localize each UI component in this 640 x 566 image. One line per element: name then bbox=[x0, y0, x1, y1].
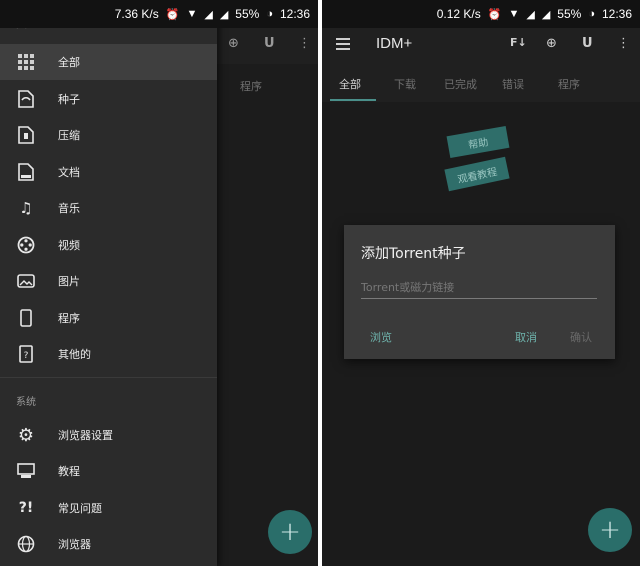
battery-icon: ◑ bbox=[266, 8, 273, 20]
app-toolbar: IDM+ F↓ ⊕ U ⋮ bbox=[322, 28, 640, 62]
drawer-item-all[interactable]: 全部 bbox=[0, 44, 217, 80]
drawer-divider bbox=[0, 377, 217, 378]
more-vert-icon[interactable]: ⋮ bbox=[617, 36, 630, 51]
tab-completed[interactable]: 已完成 bbox=[444, 76, 477, 92]
document-icon bbox=[16, 162, 36, 182]
drawer-item-label: 压缩 bbox=[58, 129, 80, 142]
drawer-item-label: 种子 bbox=[58, 93, 80, 106]
tutorial-icon bbox=[16, 461, 36, 481]
drawer-item-programs[interactable]: 程序 bbox=[0, 300, 217, 336]
download-tabs: 全部 下载 已完成 错误 程序 bbox=[322, 62, 640, 102]
plus-icon: + bbox=[599, 515, 621, 545]
tab-indicator bbox=[330, 99, 376, 101]
drawer-item-label: 音乐 bbox=[58, 202, 80, 215]
gear-icon: ⚙ bbox=[17, 424, 35, 446]
app-title: IDM+ bbox=[376, 35, 413, 52]
signal-icon: ◢ bbox=[204, 8, 213, 21]
magnet-icon: U bbox=[264, 36, 275, 51]
drawer-item-compressed[interactable]: 压缩 bbox=[0, 117, 217, 153]
watch-tutorial-label: 观看教程 bbox=[456, 166, 499, 186]
drawer-item-tutorial[interactable]: 教程 bbox=[0, 453, 217, 489]
drawer-item-label: 程序 bbox=[58, 312, 80, 325]
drawer-item-video[interactable]: 视频 bbox=[0, 227, 217, 263]
clock: 12:36 bbox=[279, 7, 310, 21]
globe-icon: ⊕ bbox=[228, 36, 239, 51]
drawer-item-faq[interactable]: ?! 常见问题 bbox=[0, 490, 217, 526]
image-icon bbox=[16, 271, 36, 291]
left-phone-screen: 7.36 K/s ⏰ ▼ ◢ ◢ 55% ◑ 12:36 ⊕ U ⋮ 程序 类型… bbox=[0, 0, 318, 566]
faq-icon: ?! bbox=[18, 500, 34, 516]
zip-file-icon bbox=[16, 125, 36, 145]
drawer-item-label: 浏览器设置 bbox=[58, 429, 113, 442]
signal-icon-2: ◢ bbox=[541, 8, 551, 21]
help-button[interactable]: 帮助 bbox=[446, 125, 510, 159]
status-bar: 0.12 K/s ⏰ ▼ ◢ ◢ 55% ◑ 12:36 bbox=[322, 0, 640, 28]
tab-errors[interactable]: 错误 bbox=[502, 76, 524, 92]
film-reel-icon bbox=[16, 235, 36, 255]
drawer-item-label: 视频 bbox=[58, 239, 80, 252]
ok-button[interactable]: 确认 bbox=[570, 329, 592, 345]
network-speed: 0.12 K/s bbox=[436, 7, 481, 21]
svg-text:?: ? bbox=[24, 351, 29, 361]
background-tab-programs: 程序 bbox=[240, 80, 262, 93]
add-torrent-dialog: 添加Torrent种子 浏览 取消 确认 bbox=[344, 225, 615, 359]
navigation-drawer: 类型 全部 种子 压缩 文档 ♫ 音乐 bbox=[0, 0, 217, 566]
cancel-button[interactable]: 取消 bbox=[515, 329, 537, 345]
wifi-icon: ▼ bbox=[508, 8, 520, 20]
drawer-item-browser-settings[interactable]: ⚙ 浏览器设置 bbox=[0, 417, 217, 453]
add-download-fab[interactable]: + bbox=[588, 508, 632, 552]
drawer-section-system: 系统 bbox=[16, 397, 36, 408]
drawer-item-other[interactable]: ? 其他的 bbox=[0, 336, 217, 372]
torrent-link-input[interactable] bbox=[361, 277, 597, 299]
unknown-file-icon: ? bbox=[16, 344, 36, 364]
plus-icon: + bbox=[279, 517, 301, 547]
globe-icon bbox=[16, 534, 36, 554]
drawer-item-documents[interactable]: 文档 bbox=[0, 154, 217, 190]
dialog-title: 添加Torrent种子 bbox=[361, 246, 466, 262]
drawer-item-label: 文档 bbox=[58, 166, 80, 179]
help-label: 帮助 bbox=[467, 136, 490, 152]
status-bar: 7.36 K/s ⏰ ▼ ◢ ◢ 55% ◑ 12:36 bbox=[0, 0, 318, 28]
drawer-item-label: 图片 bbox=[58, 275, 80, 288]
more-vert-icon: ⋮ bbox=[298, 36, 311, 51]
phone-icon bbox=[16, 308, 36, 328]
torrent-file-icon bbox=[16, 89, 36, 109]
drawer-item-label: 其他的 bbox=[58, 348, 91, 361]
tab-downloading[interactable]: 下载 bbox=[394, 76, 416, 92]
right-phone-screen: 0.12 K/s ⏰ ▼ ◢ ◢ 55% ◑ 12:36 IDM+ F↓ ⊕ U… bbox=[322, 0, 640, 566]
drawer-item-label: 浏览器 bbox=[58, 538, 91, 551]
globe-icon[interactable]: ⊕ bbox=[546, 36, 557, 51]
clock: 12:36 bbox=[601, 7, 632, 21]
wifi-icon: ▼ bbox=[186, 8, 198, 20]
tab-programs[interactable]: 程序 bbox=[558, 76, 580, 92]
browse-button[interactable]: 浏览 bbox=[370, 329, 392, 345]
watch-tutorial-button[interactable]: 观看教程 bbox=[444, 156, 510, 192]
alarm-icon: ⏰ bbox=[487, 8, 502, 21]
magnet-icon[interactable]: U bbox=[582, 36, 593, 51]
battery-icon: ◑ bbox=[588, 8, 595, 20]
drawer-item-label: 教程 bbox=[58, 465, 80, 478]
hamburger-menu-icon[interactable] bbox=[336, 38, 350, 50]
tab-all[interactable]: 全部 bbox=[339, 76, 361, 92]
music-note-icon: ♫ bbox=[19, 199, 33, 217]
grid-icon bbox=[16, 52, 36, 72]
drawer-item-label: 常见问题 bbox=[58, 502, 102, 515]
signal-icon-2: ◢ bbox=[219, 8, 229, 21]
drawer-item-images[interactable]: 图片 bbox=[0, 263, 217, 299]
drawer-item-torrent[interactable]: 种子 bbox=[0, 81, 217, 117]
add-download-fab[interactable]: + bbox=[268, 510, 312, 554]
battery-level: 55% bbox=[557, 7, 582, 21]
alarm-icon: ⏰ bbox=[165, 8, 180, 21]
network-speed: 7.36 K/s bbox=[114, 7, 159, 21]
sort-icon[interactable]: F↓ bbox=[510, 36, 527, 49]
drawer-item-browser[interactable]: 浏览器 bbox=[0, 526, 217, 562]
drawer-item-music[interactable]: ♫ 音乐 bbox=[0, 190, 217, 226]
drawer-item-label: 全部 bbox=[58, 56, 80, 69]
signal-icon: ◢ bbox=[526, 8, 535, 21]
battery-level: 55% bbox=[235, 7, 260, 21]
